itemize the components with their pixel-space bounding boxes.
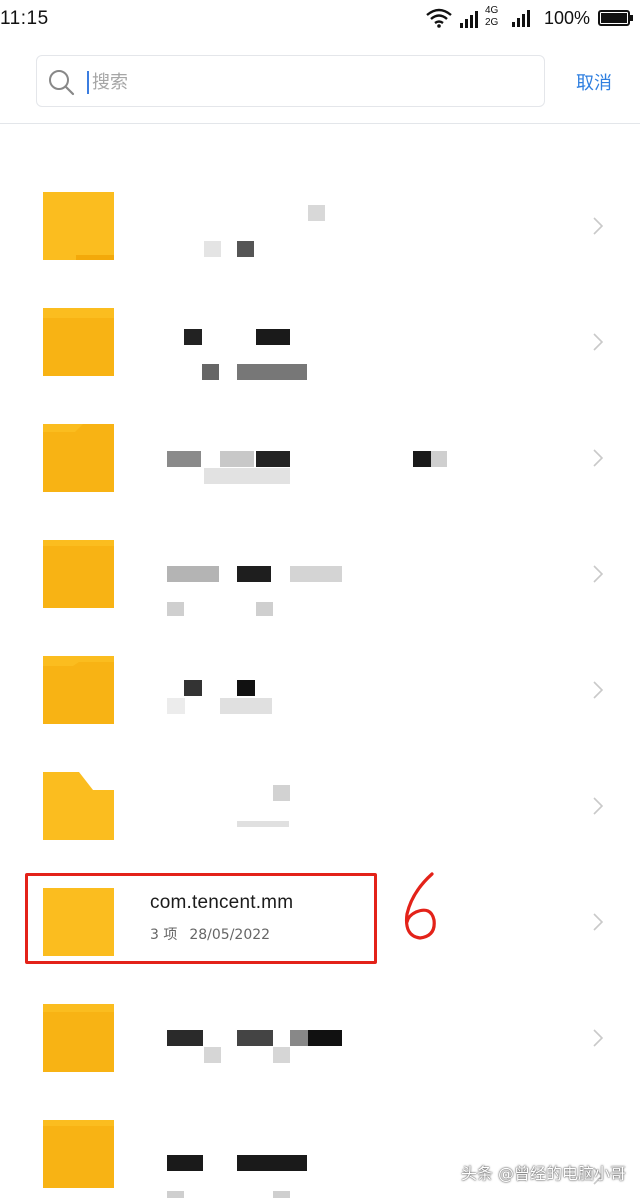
folder-name: com.tencent.mm	[150, 892, 294, 913]
cellular-signal-icon-secondary	[511, 10, 530, 27]
redacted-name	[237, 1030, 273, 1046]
redacted-meta	[204, 241, 221, 257]
redacted-meta	[204, 468, 290, 484]
folder-icon	[43, 540, 114, 608]
cancel-button[interactable]: 取消	[566, 68, 622, 96]
redacted-name	[167, 1030, 203, 1046]
redacted-meta	[237, 821, 289, 827]
text-cursor	[87, 71, 89, 94]
network-label-2g: 2G	[484, 17, 499, 28]
chevron-right-icon	[593, 217, 604, 235]
search-box[interactable]	[36, 55, 545, 107]
folder-icon	[43, 772, 114, 840]
search-input[interactable]	[92, 66, 512, 98]
battery-percent: 100%	[543, 7, 590, 28]
folder-icon	[43, 1004, 114, 1072]
list-item[interactable]	[0, 284, 640, 400]
list-item[interactable]	[0, 748, 640, 864]
list-item[interactable]	[0, 632, 640, 748]
redacted-name	[237, 1155, 307, 1171]
cellular-signal-icon	[459, 11, 478, 28]
list-item[interactable]	[0, 980, 640, 1096]
redacted-meta	[273, 1047, 290, 1063]
search-header: 取消	[0, 38, 640, 124]
redacted-name	[290, 1030, 308, 1046]
redacted-name	[237, 680, 255, 696]
step-annotation: 6	[398, 868, 436, 940]
chevron-right-icon	[593, 1029, 604, 1047]
chevron-right-icon	[593, 797, 604, 815]
battery-icon	[598, 10, 633, 26]
redacted-meta	[237, 241, 254, 257]
network-type-badge: 4G 2G	[459, 5, 504, 30]
redacted-name	[237, 566, 271, 582]
redacted-meta	[237, 364, 307, 380]
redacted-meta	[167, 602, 184, 616]
annotation-label: 6	[398, 868, 399, 869]
chevron-right-icon	[593, 681, 604, 699]
list-item-com-tencent-mm[interactable]: com.tencent.mm 3 项 28/05/2022	[0, 864, 640, 980]
watermark: 头条 @曾经的电脑小哥	[460, 1164, 626, 1183]
modified-date: 28/05/2022	[189, 927, 271, 943]
redacted-meta	[202, 364, 219, 380]
folder-icon	[43, 308, 114, 376]
redacted-meta	[273, 1191, 290, 1198]
list-item[interactable]	[0, 125, 640, 149]
folder-icon	[43, 888, 114, 956]
redacted-name	[413, 451, 431, 467]
redacted-meta	[167, 1191, 184, 1198]
redacted-name	[220, 451, 254, 467]
chevron-right-icon	[593, 565, 604, 583]
search-icon	[49, 70, 75, 96]
redacted-meta	[204, 1047, 221, 1063]
redacted-name	[431, 451, 447, 467]
redacted-name	[256, 451, 290, 467]
folder-icon	[43, 656, 114, 724]
status-time: 11:15	[0, 8, 49, 29]
redacted-name	[273, 785, 290, 801]
folder-icon	[43, 1120, 114, 1188]
redacted-name	[167, 1155, 203, 1171]
folder-icon	[43, 424, 114, 492]
redacted-name	[167, 566, 219, 582]
folder-icon	[43, 192, 114, 260]
redacted-name	[167, 451, 201, 467]
redacted-name	[256, 329, 290, 345]
redacted-name	[184, 680, 202, 696]
chevron-right-icon	[593, 333, 604, 351]
folder-meta: 3 项 28/05/2022	[150, 924, 282, 944]
file-list: com.tencent.mm 3 项 28/05/2022	[0, 125, 640, 1198]
redacted-meta	[256, 602, 273, 616]
list-item[interactable]	[0, 516, 640, 632]
redacted-name	[290, 566, 342, 582]
list-item[interactable]	[0, 400, 640, 516]
chevron-right-icon	[593, 449, 604, 467]
redacted-name	[184, 329, 202, 345]
list-item[interactable]	[0, 168, 640, 284]
redacted-meta	[220, 698, 272, 714]
chevron-right-icon	[593, 913, 604, 931]
redacted-name	[308, 205, 325, 221]
status-icons: 4G 2G 100%	[426, 5, 634, 30]
status-bar: 11:15 4G 2G 100%	[0, 0, 640, 38]
wifi-icon	[426, 8, 452, 28]
network-label-4g: 4G	[484, 5, 499, 16]
redacted-meta	[167, 698, 185, 714]
redacted-name	[308, 1030, 342, 1046]
item-count: 3 项	[150, 927, 178, 943]
